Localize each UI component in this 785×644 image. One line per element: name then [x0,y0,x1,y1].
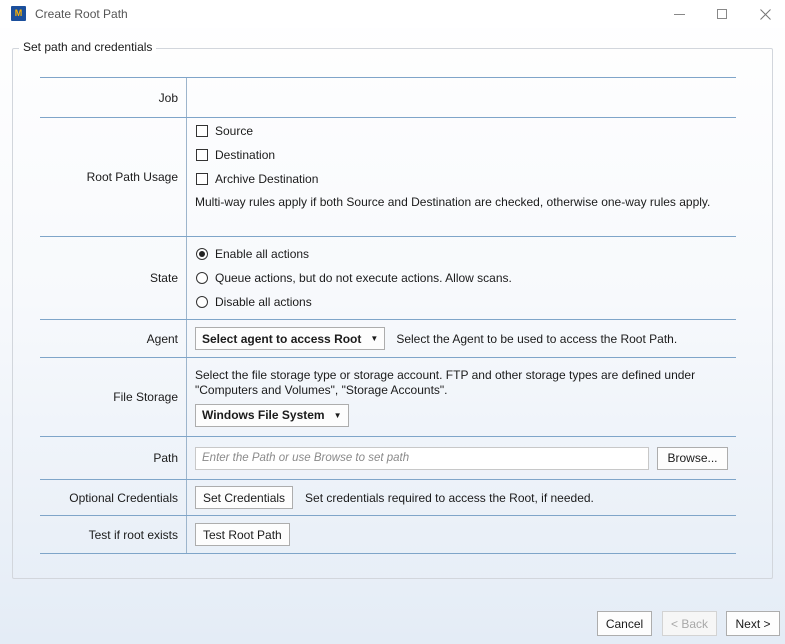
job-row: Job [40,77,736,117]
credentials-label: Optional Credentials [40,480,187,515]
credentials-value: Set Credentials Set credentials required… [187,480,736,515]
maximize-icon [717,9,727,19]
next-button[interactable]: Next > [726,611,780,636]
agent-dropdown[interactable]: Select agent to access Root ▼ [195,327,386,350]
agent-help: Select the Agent to be used to access th… [396,331,678,346]
checkbox-destination-label: Destination [215,148,276,162]
checkbox-source[interactable]: Source [195,119,728,143]
group-legend: Set path and credentials [19,40,157,54]
minimize-button[interactable] [659,0,699,28]
path-value: Enter the Path or use Browse to set path… [187,437,736,479]
credentials-help: Set credentials required to access the R… [305,490,594,505]
root-path-form: Job Root Path Usage Source Destination A… [40,77,736,554]
radio-button[interactable] [196,296,208,308]
cancel-button[interactable]: Cancel [597,611,652,636]
chevron-down-icon: ▼ [370,334,379,343]
test-label: Test if root exists [40,516,187,553]
checkbox-archive-destination-label: Archive Destination [215,172,319,186]
radio-enable-all[interactable]: Enable all actions [195,242,728,266]
path-label: Path [40,437,187,479]
radio-button-selected[interactable] [196,248,208,260]
agent-dropdown-value: Select agent to access Root [202,331,362,346]
checkbox-box[interactable] [196,149,208,161]
file-storage-select-wrap: Windows File System ▼ [195,403,728,427]
checkbox-box[interactable] [196,125,208,137]
file-storage-value: Select the file storage type or storage … [187,358,736,436]
job-label: Job [40,78,187,117]
window-title: Create Root Path [35,7,128,21]
minimize-icon [673,13,685,15]
test-root-path-button[interactable]: Test Root Path [195,523,290,546]
title-bar: M Create Root Path [0,0,785,28]
browse-button[interactable]: Browse... [657,446,728,470]
radio-disable-all-label: Disable all actions [215,295,312,309]
file-storage-dropdown[interactable]: Windows File System ▼ [195,403,349,427]
close-button[interactable] [745,0,785,28]
radio-disable-all[interactable]: Disable all actions [195,290,728,314]
agent-controls: Select agent to access Root ▼ Select the… [195,327,728,350]
agent-value: Select agent to access Root ▼ Select the… [187,320,736,357]
test-value: Test Root Path [187,516,736,553]
state-options: Enable all actions Queue actions, but do… [187,237,736,319]
file-storage-dropdown-value: Windows File System [202,408,325,422]
maximize-button[interactable] [702,0,742,28]
radio-queue-actions[interactable]: Queue actions, but do not execute action… [195,266,728,290]
radio-button[interactable] [196,272,208,284]
state-row: State Enable all actions Queue actions, … [40,236,736,319]
close-icon [759,8,771,20]
back-button[interactable]: < Back [662,611,717,636]
agent-label: Agent [40,320,187,357]
usage-row: Root Path Usage Source Destination Archi… [40,117,736,236]
usage-options: Source Destination Archive Destination M… [187,118,736,236]
path-row: Path Enter the Path or use Browse to set… [40,436,736,479]
path-input[interactable]: Enter the Path or use Browse to set path [195,446,649,470]
set-credentials-button[interactable]: Set Credentials [195,486,294,509]
radio-enable-all-label: Enable all actions [215,247,310,261]
usage-note: Multi-way rules apply if both Source and… [195,195,711,209]
checkbox-destination[interactable]: Destination [195,143,728,167]
chevron-down-icon: ▼ [333,410,342,420]
checkbox-archive-destination[interactable]: Archive Destination [195,167,728,191]
app-logo-icon: M [11,6,26,21]
test-controls: Test Root Path [195,523,728,546]
job-value [187,78,736,117]
file-storage-help: Select the file storage type or storage … [195,367,696,397]
checkbox-box[interactable] [196,173,208,185]
file-storage-row: File Storage Select the file storage typ… [40,357,736,436]
path-controls: Enter the Path or use Browse to set path… [195,446,728,470]
usage-label: Root Path Usage [40,118,187,236]
credentials-row: Optional Credentials Set Credentials Set… [40,479,736,515]
radio-queue-actions-label: Queue actions, but do not execute action… [215,271,512,285]
file-storage-label: File Storage [40,358,187,436]
checkbox-source-label: Source [215,124,254,138]
credentials-controls: Set Credentials Set credentials required… [195,486,728,509]
test-row: Test if root exists Test Root Path [40,515,736,554]
state-label: State [40,237,187,319]
agent-row: Agent Select agent to access Root ▼ Sele… [40,319,736,357]
